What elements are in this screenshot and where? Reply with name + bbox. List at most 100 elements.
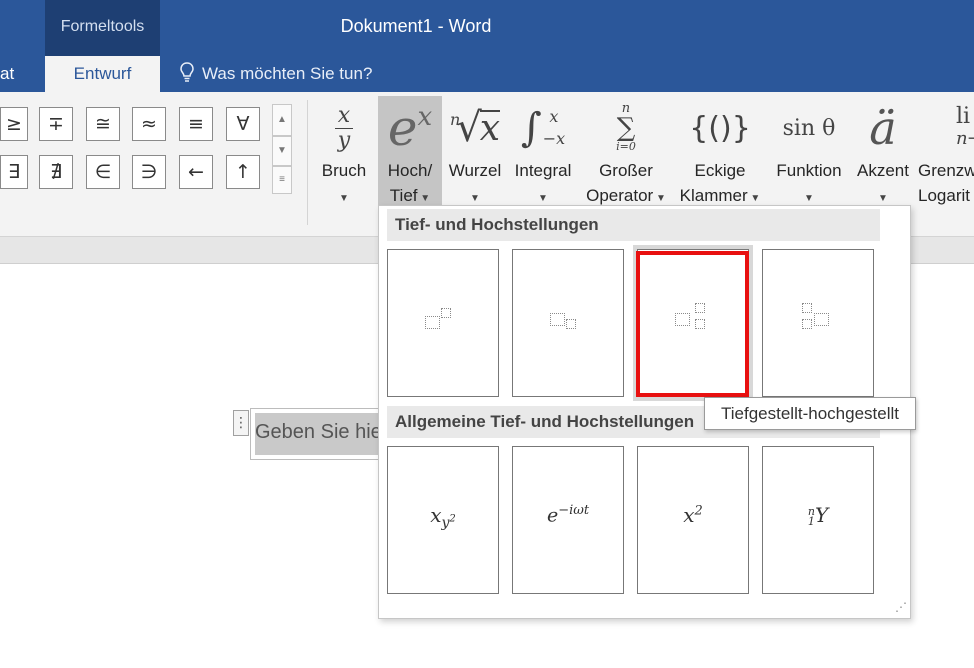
accent-icon: ä: [852, 96, 914, 160]
bracket-icon: {()}: [674, 96, 766, 160]
tile-x-sub-y-squared[interactable]: xy2: [387, 446, 499, 594]
operator-lower: i=0: [616, 140, 636, 153]
integral-icon: ∫ x −x: [508, 96, 578, 160]
function-label: Funktion: [776, 161, 842, 180]
function-glyph: sin θ: [782, 115, 836, 141]
math-base: Y: [814, 503, 829, 527]
limit-label-line2: Logarit: [918, 186, 970, 205]
script-icon: e x: [378, 96, 442, 160]
chevron-down-icon: ▼: [417, 193, 431, 204]
math-sup: 2: [694, 503, 703, 519]
tell-me-search[interactable]: Was möchten Sie tun?: [180, 61, 373, 87]
placeholder-box-icon: [695, 303, 705, 313]
math-pre-sub: 1: [807, 514, 815, 528]
script-base: e: [387, 99, 418, 157]
math-base: e: [546, 504, 559, 527]
tell-me-text: Was möchten Sie tun?: [202, 64, 373, 83]
symbol-greater-equal[interactable]: ≥: [0, 107, 28, 141]
tile-left-subsuperscript[interactable]: [762, 249, 874, 397]
integral-lower: −x: [542, 129, 566, 148]
fraction-button[interactable]: x y Bruch ▼: [312, 96, 376, 216]
gallery-scroll-down[interactable]: ▼: [272, 136, 292, 166]
accent-glyph: ä: [869, 101, 897, 155]
lightbulb-icon: [180, 61, 194, 87]
radical-button[interactable]: n √ x Wurzel ▼: [444, 96, 506, 216]
placeholder-box-icon: [802, 303, 812, 313]
equation-handle[interactable]: ⋮: [233, 410, 249, 436]
bracket-label-line2: Klammer: [679, 186, 748, 205]
tab-format[interactable]: at: [0, 64, 14, 84]
tile-subsuperscript[interactable]: [633, 245, 753, 401]
function-icon: sin θ: [768, 96, 850, 160]
symbol-element-of[interactable]: ∈: [86, 155, 120, 189]
tile-e-power-iwt[interactable]: e−iωt: [512, 446, 624, 594]
symbol-minus-plus[interactable]: ∓: [39, 107, 73, 141]
tile-x-squared[interactable]: x2: [637, 446, 749, 594]
bracket-button[interactable]: {()} Eckige Klammer ▼: [674, 96, 766, 216]
script-button[interactable]: e x Hoch/ Tief ▼: [378, 96, 442, 216]
symbol-exists[interactable]: ∃: [0, 155, 28, 189]
fraction-label: Bruch: [321, 161, 367, 180]
placeholder-box-icon: [425, 316, 440, 329]
limit-icon: li n→: [916, 96, 974, 160]
ribbon-group-separator: [307, 100, 308, 225]
operator-sign: ∑: [616, 113, 636, 143]
script-label-line1: Hoch/: [387, 161, 433, 180]
placeholder-box-icon: [695, 319, 705, 329]
radical-label: Wurzel: [448, 161, 502, 180]
chevron-down-icon: ▼: [339, 193, 349, 204]
symbol-contains[interactable]: ∋: [132, 155, 166, 189]
placeholder-box-icon: [550, 313, 565, 326]
integral-button[interactable]: ∫ x −x Integral ▼: [508, 96, 578, 216]
script-sup: x: [417, 102, 433, 132]
fraction-icon: x y: [312, 96, 376, 160]
resize-grip-icon[interactable]: ⋰: [895, 600, 907, 614]
math-base: x: [430, 503, 442, 527]
script-label-line2: Tief: [389, 186, 418, 205]
function-button[interactable]: sin θ Funktion ▼: [768, 96, 850, 216]
integral-label: Integral: [514, 161, 572, 180]
gallery-expand[interactable]: ≡: [272, 166, 292, 194]
math-sup: −iωt: [558, 503, 590, 518]
limit-log-button[interactable]: li n→ Grenzw Logarit: [916, 96, 974, 216]
limit-bottom: n→: [956, 128, 974, 149]
integral-sign: ∫: [520, 105, 542, 151]
placeholder-box-icon: [566, 319, 576, 329]
placeholder-box-icon: [441, 308, 451, 318]
symbol-congruent[interactable]: ≅: [86, 107, 120, 141]
accent-button[interactable]: ä Akzent ▼: [852, 96, 914, 216]
chevron-down-icon: ▼: [804, 193, 814, 204]
symbol-identical[interactable]: ≡: [179, 107, 213, 141]
symbol-left-arrow[interactable]: ←: [179, 155, 213, 189]
tab-entwurf[interactable]: Entwurf: [45, 56, 160, 93]
ribbon-tab-row: at Entwurf Was möchten Sie tun?: [0, 56, 974, 93]
bracket-label-line1: Eckige: [694, 161, 746, 180]
radical-radicand: x: [479, 108, 501, 149]
tooltip: Tiefgestellt-hochgestellt: [704, 397, 916, 430]
gallery-scroll-up[interactable]: ▲: [272, 104, 292, 136]
large-operator-button[interactable]: n ∑ i=0 Großer Operator ▼: [580, 96, 672, 216]
large-operator-label-line2: Operator: [586, 186, 654, 205]
bracket-glyph: {()}: [689, 110, 751, 146]
tile-subscript[interactable]: [512, 249, 624, 397]
section-title-scripts: Tief- und Hochstellungen: [387, 209, 880, 241]
symbol-approx[interactable]: ≈: [132, 107, 166, 141]
title-bar: Formeltools Dokument1 - Word: [0, 0, 974, 56]
tile-superscript[interactable]: [387, 249, 499, 397]
chevron-down-icon: ▼: [878, 193, 888, 204]
equation-placeholder[interactable]: Geben Sie hie: [255, 413, 384, 455]
sum-icon: n ∑ i=0: [580, 96, 672, 160]
placeholder-box-icon: [675, 313, 690, 326]
limit-top: li: [956, 104, 971, 129]
symbol-not-exists[interactable]: ∄: [39, 155, 73, 189]
symbol-for-all[interactable]: ∀: [226, 107, 260, 141]
window-title: Dokument1 - Word: [340, 16, 492, 36]
equation-box[interactable]: Geben Sie hie: [250, 408, 385, 460]
chevron-down-icon: ▼: [470, 193, 480, 204]
symbol-up-arrow[interactable]: ↑: [226, 155, 260, 189]
fraction-denominator: y: [337, 127, 351, 153]
chevron-down-icon: ▼: [538, 193, 548, 204]
tile-prescript-y[interactable]: n 1 Y: [762, 446, 874, 594]
math-sub-sup: 2: [449, 513, 456, 525]
math-base: x: [683, 503, 695, 527]
